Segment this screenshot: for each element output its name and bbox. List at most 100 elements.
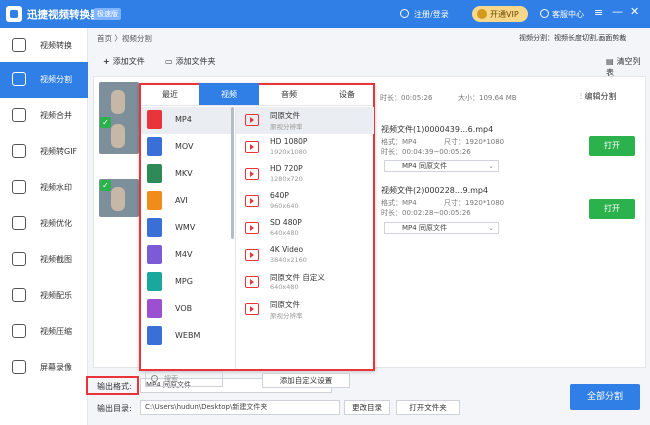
sidebar-item-optimize[interactable]: 视频优化 (0, 206, 88, 242)
crown-icon (477, 9, 487, 19)
format-item-mpg[interactable]: MPG (141, 269, 231, 296)
chevron-down-icon: ⌄ (488, 162, 494, 170)
open-button[interactable]: 打开 (589, 136, 635, 156)
video-file-icon (245, 168, 259, 180)
sidebar-item-video-merge[interactable]: 视频合并 (0, 98, 88, 134)
vip-label: 开通VIP (490, 10, 519, 19)
split-all-button[interactable]: 全部分割 (570, 384, 640, 410)
format-label: MKV (175, 169, 193, 178)
sidebar-item-watermark[interactable]: 视频水印 (0, 170, 88, 206)
search-input[interactable]: 搜索 (145, 371, 223, 387)
format-item-webm[interactable]: WEBM (141, 323, 231, 350)
quality-item[interactable]: 同原文件 原视分辨率 (236, 296, 374, 323)
sidebar-item-video-gif[interactable]: 视频转GIF (0, 134, 88, 170)
quality-name: HD 720P (270, 164, 303, 173)
quality-item[interactable]: 640P 960x640 (236, 188, 374, 215)
service-icon[interactable] (540, 9, 549, 18)
format-item-mov[interactable]: MOV (141, 134, 231, 161)
format-popup: 最近 视频 音频 设备 MP4 MOV MKV AVI WMV M4V MPG VOB WEBM… (139, 83, 375, 388)
format-item-wmv[interactable]: WMV (141, 215, 231, 242)
quality-resolution: 640x480 (270, 229, 299, 237)
sidebar-item-compress[interactable]: 视频压缩 (0, 314, 88, 350)
format-item-avi[interactable]: AVI (141, 188, 231, 215)
edit-split-button[interactable]: ⫶ 编辑分割 (580, 91, 617, 102)
format-label: AVI (175, 196, 188, 205)
format-item-mp4[interactable]: MP4 (141, 107, 231, 134)
video-file-icon (245, 276, 259, 288)
login-link[interactable]: 注册/登录 (414, 9, 449, 20)
quality-item[interactable]: 4K Video 3840x2160 (236, 242, 374, 269)
quality-name: 4K Video (270, 245, 304, 254)
user-icon[interactable] (400, 9, 409, 18)
quality-name: 同原文件 自定义 (270, 273, 325, 282)
breadcrumb[interactable]: 首页 〉视频分割 (97, 33, 152, 44)
change-dir-button[interactable]: 更改目录 (344, 400, 390, 415)
tab-recent[interactable]: 最近 (141, 85, 199, 105)
open-button[interactable]: 打开 (589, 199, 635, 219)
record-icon (12, 360, 26, 374)
optimize-icon (12, 216, 26, 230)
format-item-m4v[interactable]: M4V (141, 242, 231, 269)
video-convert-icon (12, 38, 26, 52)
minimize-icon[interactable]: — (612, 5, 623, 18)
format-label: MOV (175, 142, 194, 151)
file-duration: 时长：00:05:26 (380, 94, 433, 102)
sidebar: 视频转换 视频分割 视频合并 视频转GIF 视频水印 视频优化 视频截图 视频配… (0, 28, 88, 425)
service-link[interactable]: 客服中心 (552, 9, 584, 20)
app-title: 迅捷视频转换器 (27, 9, 101, 21)
video-file-icon (245, 114, 259, 126)
format-scrollbar[interactable] (231, 107, 234, 239)
quality-item[interactable]: HD 720P 1280x720 (236, 161, 374, 188)
edition-badge: 极速版 (94, 8, 121, 20)
add-custom-button[interactable]: 添加自定义设置 (262, 373, 350, 388)
format-label: WMV (175, 223, 196, 232)
sidebar-item-music[interactable]: 视频配乐 (0, 278, 88, 314)
file-format-icon (147, 218, 162, 237)
chevron-down-icon: ⌄ (488, 224, 494, 232)
sidebar-item-screenshot[interactable]: 视频截图 (0, 242, 88, 278)
quality-name: 同原文件 (270, 300, 300, 309)
output-format-label: 输出格式: (97, 382, 132, 391)
sidebar-item-video-split[interactable]: 视频分割 (0, 62, 88, 98)
page-hint: 视频分割：视频长度切割,画面剪裁 (519, 34, 627, 42)
file-resolution: 尺寸：1920*1080 (444, 138, 505, 146)
quality-resolution: 1280x720 (270, 175, 303, 183)
file-format-icon (147, 191, 162, 210)
open-folder-button[interactable]: 打开文件夹 (396, 400, 460, 415)
compress-icon (12, 324, 26, 338)
quality-item[interactable]: HD 1080P 1920x1080 (236, 134, 374, 161)
quality-item[interactable]: SD 480P 640x480 (236, 215, 374, 242)
add-file-button[interactable]: + 添加文件 (103, 56, 145, 67)
sidebar-item-video-convert[interactable]: 视频转换 (0, 28, 88, 64)
vip-button[interactable]: 开通VIP (472, 6, 528, 22)
video-split-icon (12, 72, 26, 86)
check-icon[interactable]: ✓ (100, 117, 111, 128)
file-name: 视频文件(1)0000439...6.mp4 (381, 125, 494, 134)
add-folder-button[interactable]: ▭ 添加文件夹 (165, 56, 216, 67)
output-format-select[interactable]: MP4 同原文件 ⌄ (384, 160, 499, 172)
sidebar-item-record[interactable]: 屏幕录像 (0, 350, 88, 386)
file-format-icon (147, 110, 162, 129)
video-file-icon (245, 195, 259, 207)
close-icon[interactable]: ✕ (630, 5, 639, 18)
file-format: 格式：MP4 (381, 199, 417, 207)
trash-icon: ▤ (606, 57, 614, 66)
tab-device[interactable]: 设备 (319, 85, 375, 105)
output-dir-field[interactable]: C:\Users\hudun\Desktop\新建文件夹 (140, 400, 340, 415)
tab-video[interactable]: 视频 (199, 83, 259, 105)
quality-item[interactable]: 同原文件 自定义 640x480 (236, 269, 374, 296)
video-file-icon (245, 222, 259, 234)
check-icon[interactable]: ✓ (100, 180, 111, 191)
video-thumbnail[interactable] (99, 82, 139, 120)
gif-icon (12, 144, 26, 158)
format-item-mkv[interactable]: MKV (141, 161, 231, 188)
file-format-icon (147, 164, 162, 183)
file-format: 格式：MP4 (381, 138, 417, 146)
output-format-select[interactable]: MP4 同原文件 ⌄ (384, 222, 499, 234)
quality-item[interactable]: 同原文件 原视分辨率 (236, 107, 374, 134)
format-item-vob[interactable]: VOB (141, 296, 231, 323)
menu-icon[interactable]: ≡ (594, 6, 603, 19)
title-bar: 迅捷视频转换器 极速版 注册/登录 开通VIP 客服中心 ≡ — ✕ (0, 0, 650, 28)
clear-list-button[interactable]: ▤ 清空列表 (606, 56, 646, 78)
tab-audio[interactable]: 音频 (259, 85, 319, 105)
